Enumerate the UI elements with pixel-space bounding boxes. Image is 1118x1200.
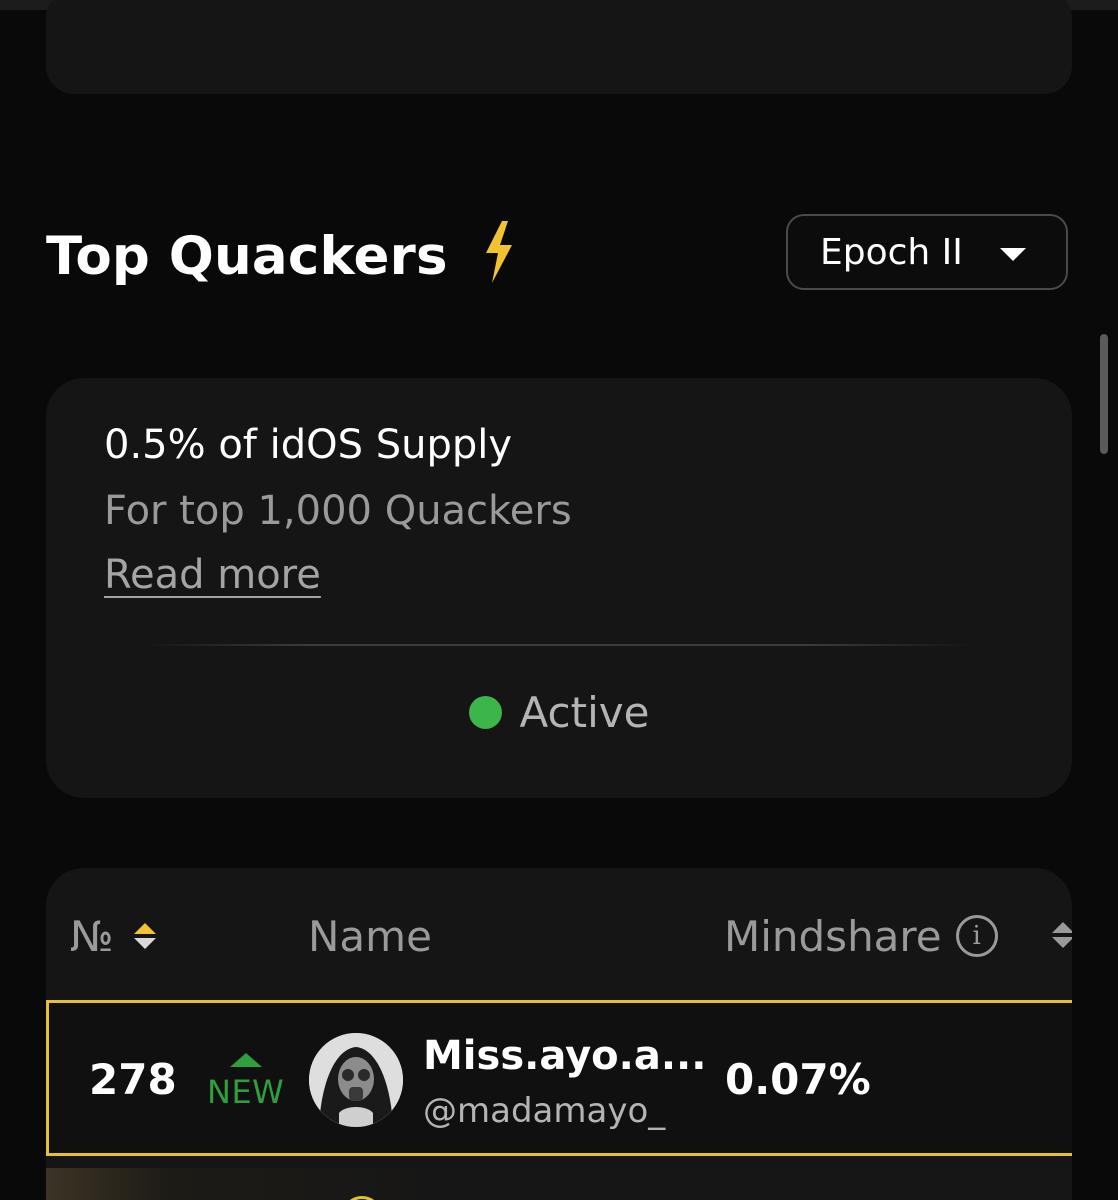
avatar bbox=[342, 1196, 382, 1200]
name-header-label: Name bbox=[308, 911, 432, 961]
read-more-link[interactable]: Read more bbox=[104, 552, 321, 598]
sort-icon bbox=[133, 923, 156, 949]
caret-down-icon bbox=[1000, 248, 1026, 261]
mindshare-sort-icon[interactable] bbox=[1052, 922, 1072, 948]
leaderboard-table: № Name Mindshare i 278 NEW Miss.ayo.a...… bbox=[46, 868, 1072, 1200]
row-handle: @madamayo_ bbox=[423, 1091, 666, 1131]
card-divider bbox=[146, 644, 972, 646]
lightning-bolt-icon bbox=[485, 221, 512, 283]
row-rank: 278 bbox=[89, 1055, 177, 1104]
mindshare-header-label: Mindshare bbox=[724, 911, 942, 961]
new-badge-label: NEW bbox=[207, 1073, 285, 1111]
page: Top Quackers Epoch II 0.5% of idOS Suppl… bbox=[0, 0, 1118, 1200]
status-text: Active bbox=[519, 688, 650, 737]
arrow-up-icon bbox=[229, 1053, 262, 1067]
rank-column-header[interactable]: № bbox=[70, 908, 156, 964]
info-icon[interactable]: i bbox=[955, 915, 998, 957]
new-badge: NEW bbox=[207, 1053, 284, 1111]
table-row[interactable] bbox=[46, 1168, 1072, 1200]
row-mindshare: 0.07% bbox=[725, 1055, 871, 1104]
scrollbar-thumb[interactable] bbox=[1100, 334, 1108, 454]
avatar bbox=[309, 1033, 403, 1127]
name-column-header: Name bbox=[308, 908, 432, 964]
status-indicator: Active bbox=[46, 688, 1072, 737]
section-header: Top Quackers bbox=[46, 220, 516, 292]
epoch-dropdown-label: Epoch II bbox=[820, 231, 963, 273]
row-display-name: Miss.ayo.a... bbox=[423, 1033, 707, 1079]
reward-headline: 0.5% of idOS Supply bbox=[104, 422, 513, 468]
epoch-dropdown[interactable]: Epoch II bbox=[786, 214, 1068, 290]
reward-info-card: 0.5% of idOS Supply For top 1,000 Quacke… bbox=[46, 378, 1072, 798]
section-title: Top Quackers bbox=[46, 225, 448, 287]
status-dot-icon bbox=[468, 696, 502, 729]
table-row[interactable]: 278 NEW Miss.ayo.a... @madamayo_ 0.07% bbox=[46, 1000, 1072, 1156]
reward-subline: For top 1,000 Quackers bbox=[104, 488, 572, 534]
previous-card bbox=[46, 0, 1072, 94]
rank-header-label: № bbox=[70, 911, 114, 961]
mindshare-column-header[interactable]: Mindshare i bbox=[724, 908, 998, 964]
